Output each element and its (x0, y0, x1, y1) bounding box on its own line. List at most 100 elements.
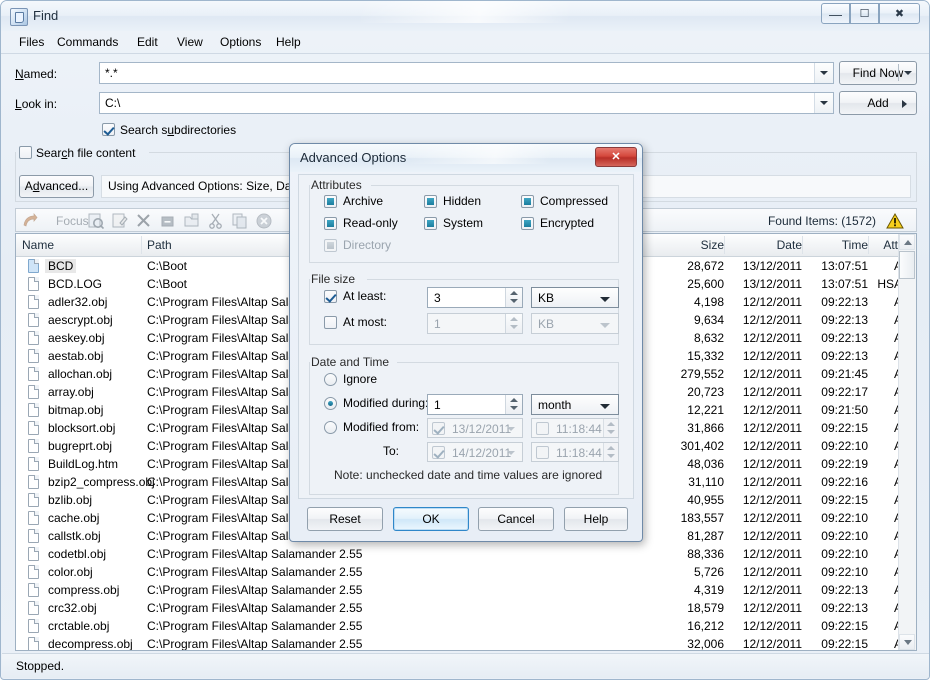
search-subdirectories-checkbox[interactable] (102, 123, 115, 136)
column-header-name[interactable]: Name (22, 238, 54, 252)
at-least-spinner-buttons[interactable] (505, 288, 522, 307)
scroll-down-button[interactable] (899, 634, 915, 650)
cell-time: 09:22:15 (821, 637, 868, 651)
attribute-checkbox-hidden[interactable] (424, 195, 437, 208)
at-least-value[interactable]: 3 (434, 291, 441, 305)
table-row[interactable]: compress.obj C:\Program Files\Altap Salam… (16, 581, 916, 599)
modified-during-value[interactable]: 1 (434, 398, 441, 412)
list-vertical-scrollbar[interactable] (898, 234, 916, 650)
menu-help[interactable]: Help (269, 33, 308, 51)
lookin-combo[interactable]: C:\ (99, 92, 834, 114)
table-row[interactable]: crctable.obj C:\Program Files\Altap Salam… (16, 617, 916, 635)
attribute-label-archive[interactable]: Archive (343, 194, 383, 208)
lookin-dropdown-arrow[interactable] (814, 93, 833, 113)
table-row[interactable]: codetbl.obj C:\Program Files\Altap Salama… (16, 545, 916, 563)
menu-edit[interactable]: Edit (130, 33, 165, 51)
delete-icon[interactable] (136, 213, 152, 229)
menu-commands[interactable]: Commands (50, 33, 125, 51)
radio-modified-from[interactable] (324, 421, 337, 434)
cell-date: 12/12/2011 (742, 331, 802, 345)
column-divider[interactable] (868, 236, 869, 254)
modified-during-unit-combo[interactable]: month (531, 394, 619, 415)
menu-options[interactable]: Options (213, 33, 268, 51)
spinner-down-icon[interactable] (510, 299, 518, 303)
attribute-label-hidden[interactable]: Hidden (443, 194, 481, 208)
help-button[interactable]: Help (564, 507, 628, 531)
minimize-button[interactable]: — (821, 3, 850, 24)
search-file-content-checkbox[interactable] (19, 146, 32, 159)
at-most-label[interactable]: At most: (343, 315, 387, 329)
attribute-checkbox-readonly[interactable] (324, 217, 337, 230)
cell-date: 12/12/2011 (742, 619, 802, 633)
named-combo[interactable]: *.* (99, 62, 834, 84)
search-file-content-label[interactable]: Search file content (36, 146, 135, 160)
modified-during-spinner-buttons[interactable] (505, 395, 522, 414)
view-icon[interactable] (88, 213, 105, 230)
cell-date: 12/12/2011 (742, 349, 802, 363)
radio-modified-from-label[interactable]: Modified from: (343, 420, 419, 434)
to-date-value: 14/12/2011 (452, 446, 512, 460)
spinner-up-icon[interactable] (510, 291, 518, 295)
column-divider[interactable] (802, 236, 803, 254)
to-time-field: 11:18:44 (531, 442, 619, 462)
cancel-button[interactable]: Cancel (478, 507, 554, 531)
attribute-label-readonly[interactable]: Read-only (343, 216, 398, 230)
at-least-spinner[interactable]: 3 (427, 287, 523, 308)
attribute-checkbox-archive[interactable] (324, 195, 337, 208)
at-most-checkbox[interactable] (324, 316, 337, 329)
lookin-input-value[interactable]: C:\ (105, 96, 120, 110)
reset-button[interactable]: Reset (307, 507, 383, 531)
focus-arrow-icon[interactable] (22, 213, 38, 229)
copy-icon[interactable] (232, 213, 248, 229)
named-input-value[interactable]: *.* (105, 66, 118, 80)
file-icon (28, 493, 39, 507)
stop-icon[interactable] (256, 213, 272, 229)
scrollbar-thumb[interactable] (899, 251, 915, 279)
search-subdirectories-label[interactable]: Search subdirectories (120, 123, 236, 137)
from-date-value: 13/12/2011 (452, 422, 512, 436)
menu-view[interactable]: View (170, 33, 210, 51)
warning-icon[interactable] (886, 212, 904, 229)
radio-ignore-label[interactable]: Ignore (343, 372, 377, 386)
dialog-close-button[interactable]: ✕ (595, 147, 637, 167)
attribute-label-compressed[interactable]: Compressed (540, 194, 608, 208)
table-row[interactable]: decompress.obj C:\Program Files\Altap Sal… (16, 635, 916, 651)
ok-button[interactable]: OK (393, 507, 469, 531)
edit-icon[interactable] (112, 213, 128, 229)
column-divider[interactable] (724, 236, 725, 254)
column-header-time[interactable]: Time (806, 238, 868, 252)
maximize-button[interactable]: ☐ (850, 3, 879, 24)
spinner-down-icon[interactable] (510, 406, 518, 410)
radio-modified-during-label[interactable]: Modified during: (343, 396, 428, 410)
at-least-unit-combo[interactable]: KB (531, 287, 619, 308)
close-button[interactable]: ✖ (879, 3, 920, 24)
column-divider[interactable] (141, 236, 142, 254)
scroll-up-button[interactable] (899, 234, 915, 250)
find-now-dropdown-icon[interactable] (904, 71, 912, 75)
menu-files[interactable]: Files (12, 33, 51, 51)
attribute-checkbox-system[interactable] (424, 217, 437, 230)
attribute-label-encrypted[interactable]: Encrypted (540, 216, 594, 230)
properties-icon[interactable] (184, 213, 200, 229)
at-least-label[interactable]: At least: (343, 289, 386, 303)
radio-ignore[interactable] (324, 373, 337, 386)
radio-modified-during[interactable] (324, 397, 337, 410)
column-header-date[interactable]: Date (728, 238, 802, 252)
cell-date: 13/12/2011 (742, 277, 802, 291)
cut-icon[interactable] (208, 213, 224, 229)
attribute-checkbox-compressed[interactable] (521, 195, 534, 208)
named-dropdown-arrow[interactable] (814, 63, 833, 83)
properties-small-icon[interactable] (160, 213, 176, 229)
attribute-checkbox-encrypted[interactable] (521, 217, 534, 230)
add-button[interactable]: Add (839, 91, 917, 115)
advanced-button[interactable]: Advanced... (19, 175, 94, 198)
column-header-path[interactable]: Path (147, 238, 172, 252)
attribute-label-system[interactable]: System (443, 216, 483, 230)
spinner-up-icon[interactable] (510, 398, 518, 402)
add-dropdown-icon[interactable] (902, 100, 907, 108)
modified-during-spinner[interactable]: 1 (427, 394, 523, 415)
spinner-up-icon (607, 422, 615, 426)
table-row[interactable]: color.obj C:\Program Files\Altap Salamand… (16, 563, 916, 581)
table-row[interactable]: crc32.obj C:\Program Files\Altap Salamand… (16, 599, 916, 617)
at-least-checkbox[interactable] (324, 290, 337, 303)
